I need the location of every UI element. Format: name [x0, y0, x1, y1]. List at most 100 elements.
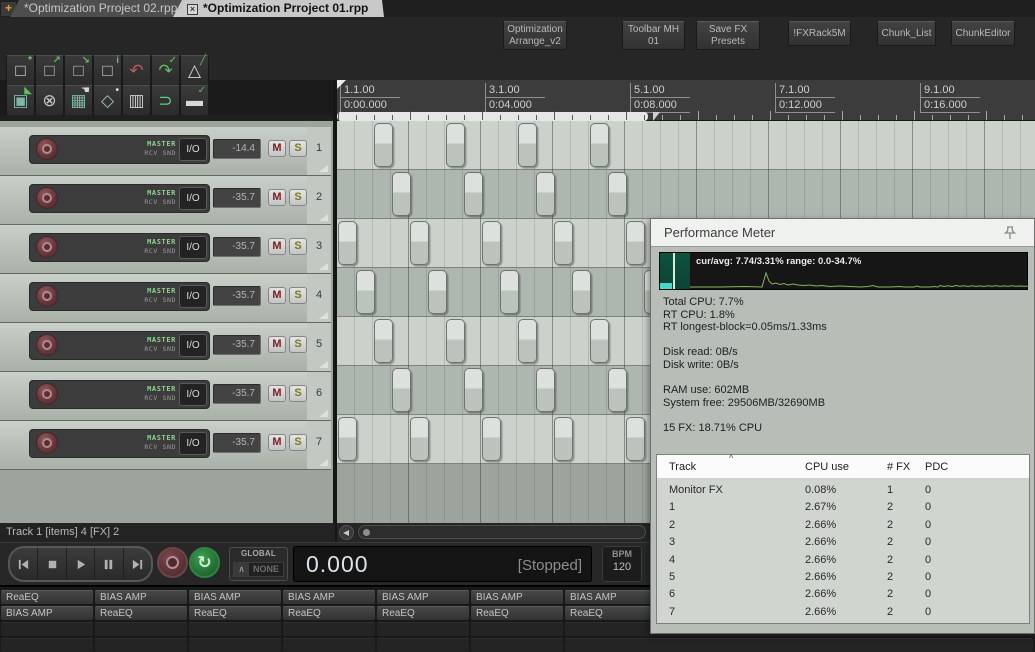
volume-readout[interactable]: -35.7 — [213, 384, 261, 404]
item-properties-button[interactable]: ▦☚ — [64, 85, 93, 116]
track-number[interactable]: 2 — [307, 176, 331, 224]
mute-button[interactable]: M — [268, 434, 286, 451]
table-row[interactable]: 42.66%20 — [657, 552, 1029, 569]
save-project-button[interactable]: □↘ — [64, 55, 93, 86]
media-item[interactable] — [500, 270, 519, 314]
media-item[interactable] — [572, 270, 591, 314]
solo-button[interactable]: S — [289, 434, 307, 451]
fx-slot-empty[interactable] — [1, 638, 93, 652]
scrollbar-track[interactable] — [358, 525, 646, 539]
repeat-button[interactable]: ↻ — [189, 547, 220, 578]
track-resize-grip[interactable] — [319, 165, 328, 172]
fx-slot-reaeq[interactable]: ReaEQ — [189, 606, 281, 620]
track-resize-grip[interactable] — [319, 361, 328, 368]
fx-slot-empty[interactable] — [471, 638, 563, 652]
pause-button[interactable] — [95, 548, 123, 580]
chunkeditor-button[interactable]: ChunkEditor — [951, 21, 1015, 46]
table-row[interactable]: 12.67%20 — [657, 499, 1029, 516]
io-button[interactable]: I/O — [179, 383, 207, 406]
go-to-end-button[interactable] — [124, 548, 151, 580]
track-resize-grip[interactable] — [319, 459, 328, 466]
media-item[interactable] — [626, 417, 645, 461]
redo-button[interactable]: ↷✓ — [151, 55, 180, 86]
close-tab-icon[interactable]: × — [187, 4, 198, 15]
io-button[interactable]: I/O — [179, 187, 207, 210]
fx-slot-empty[interactable] — [565, 638, 657, 652]
fx-slot-reaeq[interactable]: ReaEQ — [565, 606, 657, 620]
track-resize-grip[interactable] — [319, 263, 328, 270]
track-resize-grip[interactable] — [319, 410, 328, 417]
fx-slot-reaeq[interactable]: ReaEQ — [377, 606, 469, 620]
fx-slot-empty[interactable] — [189, 622, 281, 636]
media-item[interactable] — [590, 123, 609, 167]
pin-icon[interactable] — [1002, 225, 1018, 241]
horizontal-scrollbar-top[interactable] — [337, 112, 648, 121]
io-button[interactable]: I/O — [179, 138, 207, 161]
stop-button[interactable] — [38, 548, 66, 580]
volume-readout[interactable]: -35.7 — [213, 335, 261, 355]
record-arm-button[interactable] — [36, 432, 58, 454]
media-item[interactable] — [608, 172, 627, 216]
track-lane-2[interactable] — [337, 170, 1035, 219]
column-header--fx[interactable]: # FX — [887, 461, 910, 473]
volume-readout[interactable]: -35.7 — [213, 286, 261, 306]
solo-button[interactable]: S — [289, 287, 307, 304]
media-item[interactable] — [536, 172, 555, 216]
fx-slot-empty[interactable] — [471, 622, 563, 636]
record-arm-button[interactable] — [36, 138, 58, 160]
media-item[interactable] — [410, 221, 429, 265]
optimization-arrange-button[interactable]: OptimizationArrange_v2 — [503, 21, 567, 50]
fx-slot-bias-amp[interactable]: BIAS AMP — [1, 606, 93, 620]
fx-slot-empty[interactable] — [1, 622, 93, 636]
fx-slot-empty[interactable] — [377, 622, 469, 636]
track-number[interactable]: 3 — [307, 225, 331, 273]
media-item[interactable] — [482, 221, 501, 265]
io-button[interactable]: I/O — [179, 285, 207, 308]
table-row[interactable]: 62.66%20 — [657, 586, 1029, 603]
fxrack5m-button[interactable]: !FXRack5M — [788, 21, 851, 46]
chunk-list-button[interactable]: Chunk_List — [877, 21, 936, 46]
track-resize-grip[interactable] — [319, 214, 328, 221]
mute-button[interactable]: M — [268, 336, 286, 353]
mute-button[interactable]: M — [268, 189, 286, 206]
table-row[interactable]: 52.66%20 — [657, 569, 1029, 586]
fx-slot-reaeq[interactable]: ReaEQ — [1, 590, 93, 604]
mute-button[interactable]: M — [268, 238, 286, 255]
volume-readout[interactable]: -14.4 — [213, 139, 261, 159]
track-lane-1[interactable] — [337, 121, 1035, 170]
media-item[interactable] — [518, 319, 537, 363]
table-row[interactable]: 32.66%20 — [657, 534, 1029, 551]
save-fx-presets-button[interactable]: Save FXPresets — [696, 21, 760, 50]
track-row-1[interactable]: MASTERRCV SNDI/O-14.4MS1 — [0, 127, 331, 176]
track-row-7[interactable]: MASTERRCV SNDI/O-35.7MS7 — [0, 421, 331, 470]
record-arm-button[interactable] — [36, 187, 58, 209]
project-tab-1[interactable]: *Optimization Prroject 02.rpp — [10, 0, 201, 17]
global-automation-control[interactable]: GLOBAL AUTO ∧ NONE — [229, 547, 288, 581]
track-number[interactable]: 4 — [307, 274, 331, 322]
io-button[interactable]: I/O — [179, 334, 207, 357]
media-item[interactable] — [554, 417, 573, 461]
media-item[interactable] — [356, 270, 375, 314]
project-info-button[interactable]: □i — [93, 55, 122, 86]
media-item[interactable] — [464, 368, 483, 412]
scrollbar-thumb[interactable] — [363, 529, 370, 536]
media-item[interactable] — [590, 319, 609, 363]
io-button[interactable]: I/O — [179, 236, 207, 259]
column-header-pdc[interactable]: PDC — [925, 461, 948, 473]
track-row-3[interactable]: MASTERRCV SNDI/O-35.7MS3 — [0, 225, 331, 274]
solo-button[interactable]: S — [289, 140, 307, 157]
io-button[interactable]: I/O — [179, 432, 207, 455]
bpm-control[interactable]: BPM 120 — [602, 546, 642, 582]
window-title[interactable]: Performance Meter — [651, 219, 1034, 247]
grid-snap-button[interactable]: ▥ — [122, 85, 151, 116]
new-project-button[interactable]: □* — [6, 55, 35, 86]
table-row[interactable]: Monitor FX0.08%10 — [657, 482, 1029, 499]
mute-button[interactable]: M — [268, 385, 286, 402]
media-item[interactable] — [464, 172, 483, 216]
media-item[interactable] — [554, 221, 573, 265]
metronome-button[interactable]: △╱ — [180, 55, 209, 86]
solo-button[interactable]: S — [289, 385, 307, 402]
volume-readout[interactable]: -35.7 — [213, 188, 261, 208]
table-row[interactable]: 72.66%20 — [657, 604, 1029, 621]
fx-slot-bias-amp[interactable]: BIAS AMP — [377, 590, 469, 604]
